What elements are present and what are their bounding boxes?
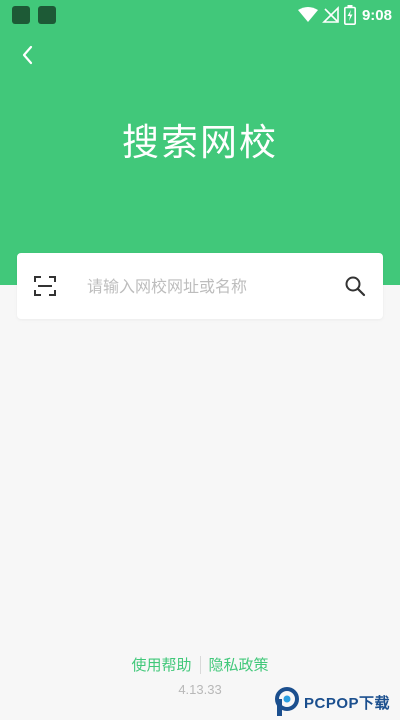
wifi-icon (297, 7, 318, 22)
search-bar (17, 253, 383, 319)
status-icons: 9:08 (294, 4, 392, 26)
pcpop-logo-icon (275, 687, 299, 716)
scan-button[interactable] (31, 272, 59, 300)
help-link[interactable]: 使用帮助 (123, 654, 199, 675)
back-button[interactable] (12, 40, 42, 70)
watermark: PCPOP下载 (274, 684, 400, 720)
search-input[interactable] (87, 273, 327, 299)
status-time: 9:08 (361, 6, 392, 24)
header-banner: 9:08 搜索网校 (0, 0, 400, 285)
privacy-policy-link[interactable]: 隐私政策 (201, 654, 277, 675)
notification-icon (12, 6, 30, 24)
notification-icon (38, 6, 56, 24)
status-bar: 9:08 (0, 0, 400, 30)
watermark-text: PCPOP下载 (304, 694, 391, 712)
chevron-left-icon (22, 45, 33, 65)
search-button[interactable] (341, 272, 369, 300)
no-signal-icon (322, 6, 339, 23)
battery-charging-icon (343, 5, 356, 25)
page-title: 搜索网校 (122, 121, 278, 164)
scan-icon (34, 276, 56, 296)
search-icon (345, 276, 366, 297)
footer-links: 使用帮助 隐私政策 (0, 654, 400, 675)
